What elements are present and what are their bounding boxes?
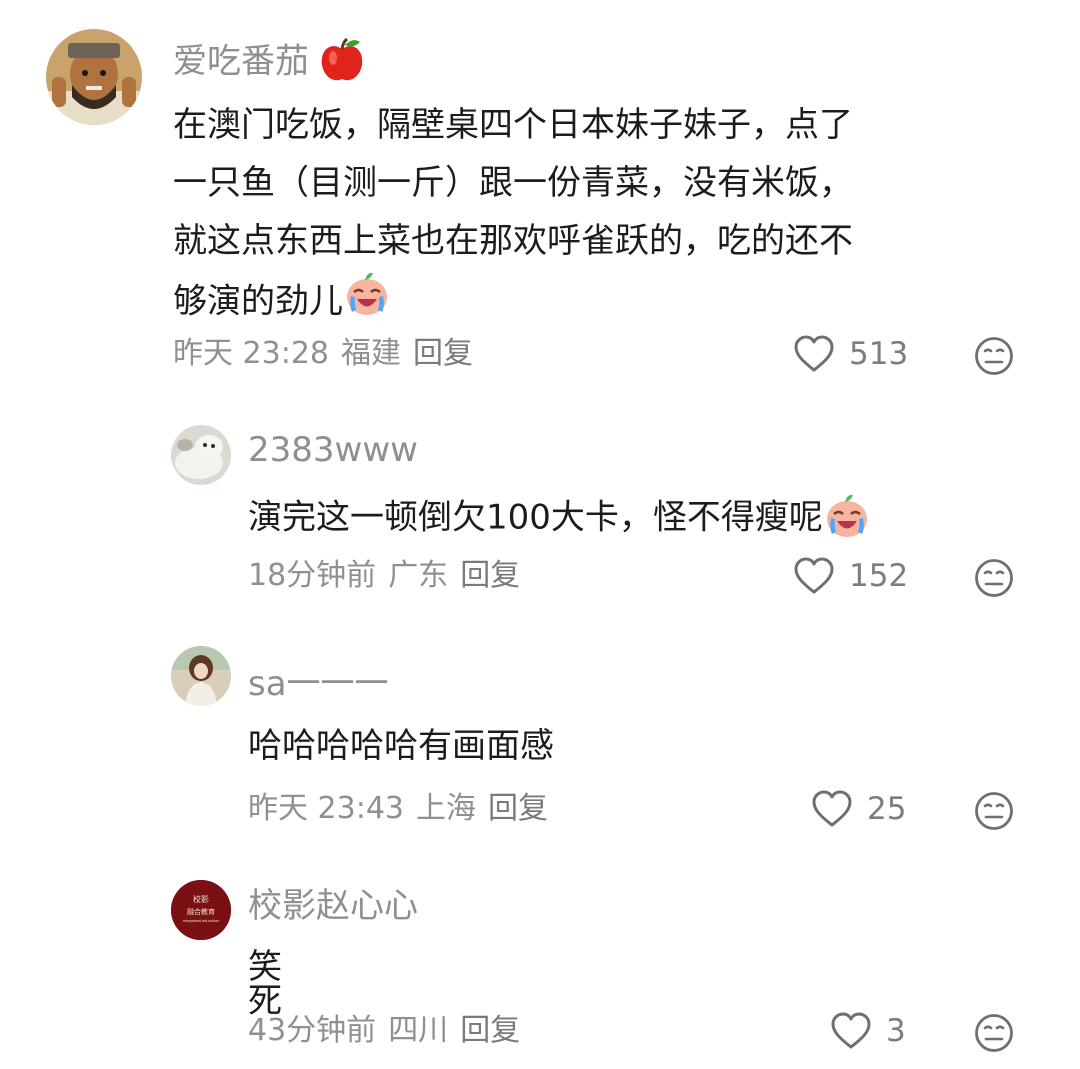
reply-text: 笑死 <box>248 947 282 1021</box>
heart-icon <box>794 335 834 372</box>
like-button[interactable]: 3 <box>830 1012 906 1050</box>
heart-icon <box>831 1012 871 1049</box>
svg-text:校影: 校影 <box>193 894 209 904</box>
comment-time: 昨天 23:28 <box>173 336 329 371</box>
neutral-face-icon <box>975 559 1013 597</box>
reply-text: 演完这一顿倒欠100大卡，怪不得瘦呢 <box>248 492 871 546</box>
reply-meta: 18分钟前 广东 回复 <box>248 561 520 591</box>
brand-logo: 校影 融合教育 integrated education <box>171 880 231 940</box>
apple-emoji <box>320 37 364 89</box>
like-button[interactable]: 513 <box>793 335 908 373</box>
like-count: 25 <box>867 790 907 827</box>
reply-location: 上海 <box>416 791 476 826</box>
comment-username[interactable]: 爱吃番茄 <box>173 37 364 89</box>
reply-username[interactable]: 2383www <box>248 433 418 467</box>
reply-button[interactable]: 回复 <box>413 336 473 371</box>
like-button[interactable]: 152 <box>793 557 908 595</box>
heart-icon <box>794 557 834 594</box>
svg-text:integrated education: integrated education <box>183 919 220 923</box>
svg-text:融合教育: 融合教育 <box>187 907 215 916</box>
like-count: 152 <box>849 557 909 594</box>
dislike-button[interactable] <box>974 336 1014 380</box>
like-button[interactable]: 25 <box>811 790 906 828</box>
reply-username[interactable]: 校影赵心心 <box>248 889 418 923</box>
reply-location: 四川 <box>388 1013 449 1048</box>
avatar[interactable] <box>171 646 231 706</box>
reply-button[interactable]: 回复 <box>460 1013 520 1048</box>
avatar[interactable] <box>171 425 231 485</box>
comment-meta: 昨天 23:28 福建 回复 <box>173 339 473 369</box>
heart-icon <box>812 790 852 827</box>
neutral-face-icon <box>975 1014 1013 1052</box>
avatar[interactable] <box>46 29 142 125</box>
like-count: 3 <box>886 1012 906 1049</box>
reply-button[interactable]: 回复 <box>488 791 548 826</box>
comment-location: 福建 <box>341 336 401 371</box>
dislike-button[interactable] <box>974 1013 1014 1057</box>
reply-time: 昨天 23:43 <box>248 791 404 826</box>
crying-laugh-emoji <box>343 270 391 336</box>
reply-meta: 43分钟前 四川 回复 <box>248 1016 520 1046</box>
reply-time: 18分钟前 <box>248 558 377 593</box>
crying-laugh-emoji <box>823 492 871 546</box>
reply-button[interactable]: 回复 <box>460 558 520 593</box>
dislike-button[interactable] <box>974 791 1014 835</box>
avatar[interactable]: 校影 融合教育 integrated education <box>171 880 231 940</box>
comment-thread: 爱吃番茄 在澳门吃饭，隔壁桌四个日本妹子妹子，点了 一只鱼（目测一斤）跟一份青菜… <box>0 0 1080 1069</box>
neutral-face-icon <box>975 337 1013 375</box>
reply-location: 广东 <box>388 558 449 593</box>
like-count: 513 <box>849 335 909 372</box>
reply-text: 哈哈哈哈哈有画面感 <box>248 726 554 766</box>
comment-text: 在澳门吃饭，隔壁桌四个日本妹子妹子，点了 一只鱼（目测一斤）跟一份青菜，没有米饭… <box>173 96 1033 336</box>
reply-time: 43分钟前 <box>248 1013 377 1048</box>
reply-meta: 昨天 23:43 上海 回复 <box>248 794 548 824</box>
neutral-face-icon <box>975 792 1013 830</box>
reply-username[interactable]: sa一一一 <box>248 667 389 701</box>
dislike-button[interactable] <box>974 558 1014 602</box>
